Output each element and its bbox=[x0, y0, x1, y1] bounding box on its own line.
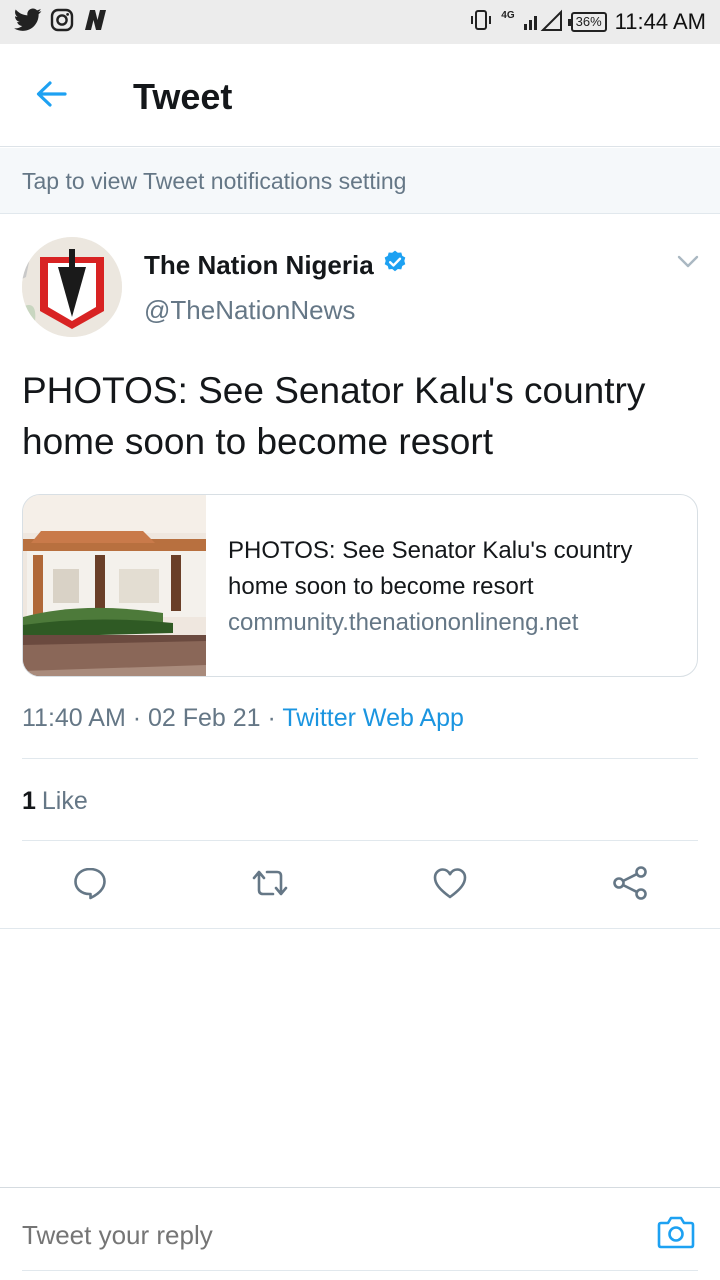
meta-separator: · bbox=[125, 704, 148, 732]
likes-label: Like bbox=[41, 787, 88, 815]
reply-underline bbox=[22, 1270, 698, 1271]
tweet-text: PHOTOS: See Senator Kalu's country home … bbox=[22, 370, 646, 462]
like-icon bbox=[432, 866, 468, 905]
link-preview-thumbnail bbox=[23, 495, 206, 676]
verified-badge-icon bbox=[382, 249, 408, 282]
status-bar-system-icons: 4G 36% 11:44 AM bbox=[469, 8, 706, 36]
nation-logo-image bbox=[22, 237, 122, 337]
reply-composer bbox=[0, 1187, 720, 1280]
link-preview-card[interactable]: PHOTOS: See Senator Kalu's country home … bbox=[22, 494, 698, 677]
top-app-bar: Tweet bbox=[0, 44, 720, 147]
author-display-name: The Nation Nigeria bbox=[144, 250, 374, 280]
author-handle[interactable]: @TheNationNews bbox=[144, 295, 355, 326]
battery-icon: 36% bbox=[567, 12, 607, 32]
status-bar: 4G 36% 11:44 AM bbox=[0, 0, 720, 44]
link-preview-domain: community.thenationonlineng.net bbox=[228, 609, 579, 636]
likes-count: 1 bbox=[22, 787, 36, 815]
divider bbox=[22, 758, 698, 759]
author-name[interactable]: The Nation Nigeria bbox=[144, 249, 408, 282]
status-bar-notification-icons bbox=[14, 8, 108, 37]
retweet-button[interactable] bbox=[248, 863, 292, 907]
tweet-meta: 11:40 AM · 02 Feb 21 · Twitter Web App bbox=[22, 704, 464, 733]
reply-icon bbox=[72, 865, 108, 906]
nation-n-icon bbox=[82, 8, 108, 37]
camera-button[interactable] bbox=[654, 1214, 698, 1254]
chevron-down-icon bbox=[677, 255, 699, 274]
signal-icon bbox=[523, 9, 563, 36]
retweet-icon bbox=[250, 866, 290, 905]
tweet-options-button[interactable] bbox=[672, 251, 704, 277]
instagram-icon bbox=[50, 8, 74, 37]
camera-icon bbox=[656, 1214, 696, 1255]
avatar[interactable] bbox=[22, 237, 122, 337]
share-icon bbox=[611, 865, 649, 906]
share-button[interactable] bbox=[608, 863, 652, 907]
meta-separator: · bbox=[260, 704, 283, 732]
tweet-action-bar bbox=[0, 841, 720, 929]
tweet-source-link[interactable]: Twitter Web App bbox=[282, 704, 464, 732]
status-time: 11:44 AM bbox=[614, 9, 706, 34]
likes-count-link[interactable]: 1 Like bbox=[22, 787, 88, 816]
reply-button[interactable] bbox=[68, 863, 112, 907]
tweet-time: 11:40 AM bbox=[22, 704, 126, 732]
link-preview-title: PHOTOS: See Senator Kalu's country home … bbox=[228, 537, 633, 600]
twitter-bird-icon bbox=[14, 8, 42, 37]
like-button[interactable] bbox=[428, 863, 472, 907]
back-arrow-icon bbox=[35, 80, 67, 113]
tweet-date: 02 Feb 21 bbox=[148, 704, 261, 732]
notification-settings-banner[interactable]: Tap to view Tweet notifications setting bbox=[0, 148, 720, 214]
link-preview-body: PHOTOS: See Senator Kalu's country home … bbox=[228, 533, 688, 641]
network-type: 4G bbox=[501, 10, 515, 21]
reply-input[interactable] bbox=[22, 1220, 622, 1251]
vibrate-icon bbox=[469, 8, 493, 37]
back-button[interactable] bbox=[28, 76, 74, 116]
page-title: Tweet bbox=[133, 76, 233, 117]
